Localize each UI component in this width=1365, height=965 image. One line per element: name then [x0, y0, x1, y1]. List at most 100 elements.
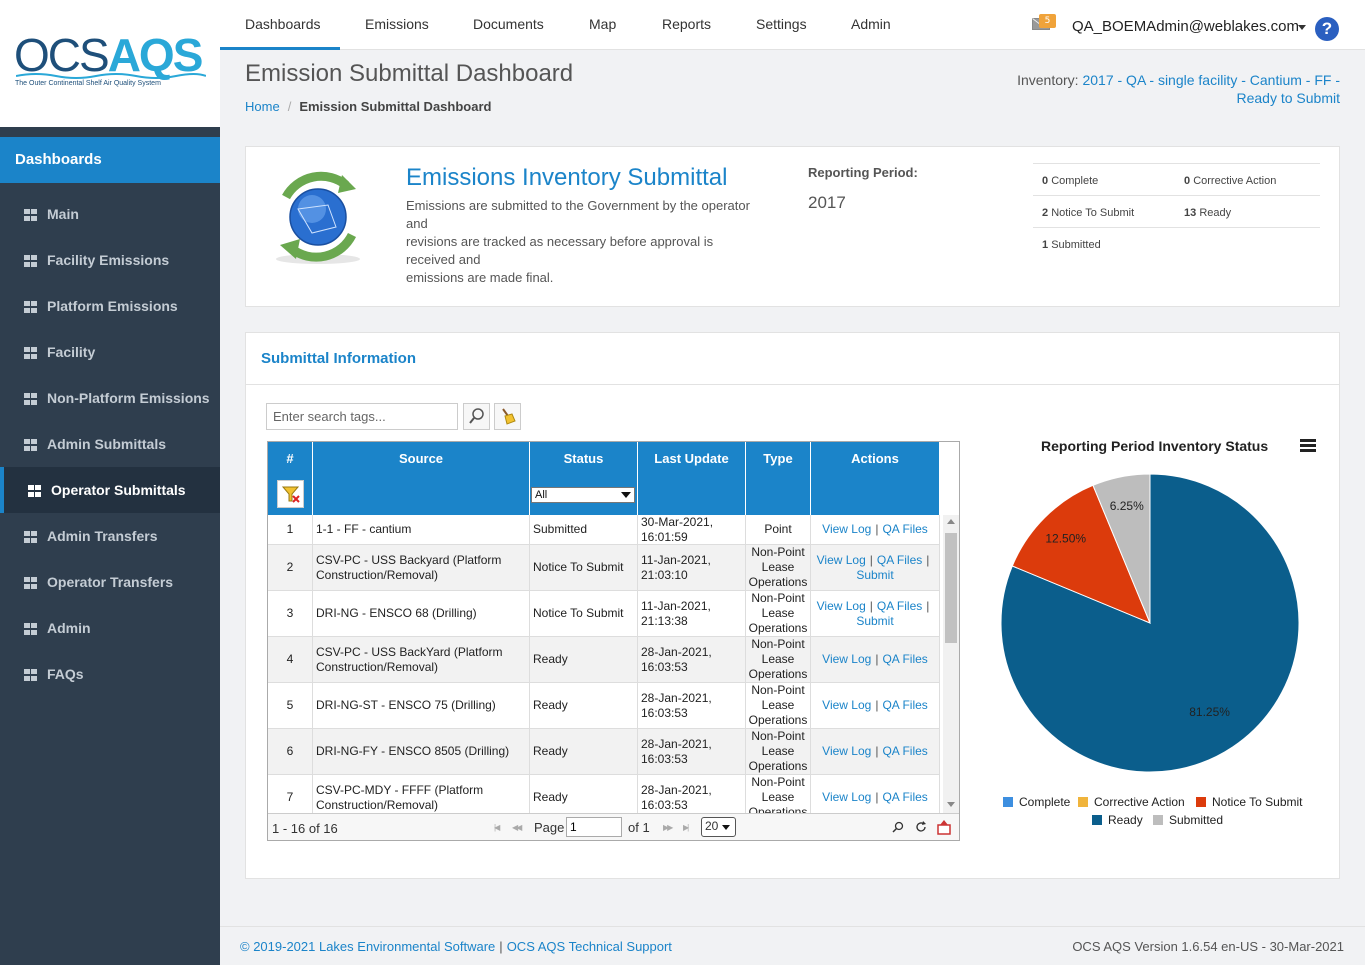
nav-emissions[interactable]: Emissions — [365, 0, 429, 50]
search-button[interactable] — [463, 403, 490, 430]
sidebar-item-label: Main — [47, 206, 79, 222]
sidebar-item-admin-submittals[interactable]: Admin Submittals — [0, 421, 220, 467]
row-actions: View Log | QA Files — [811, 637, 940, 682]
inventory-status-link[interactable]: Ready to Submit — [1237, 90, 1341, 106]
view-log-link[interactable]: View Log — [822, 652, 871, 666]
grid-icon — [24, 209, 37, 221]
scroll-down-icon[interactable] — [947, 802, 955, 807]
legend-item-notice-to-submit[interactable]: Notice To Submit — [1196, 795, 1303, 809]
qa-files-link[interactable]: QA Files — [877, 599, 922, 613]
inventory-link[interactable]: 2017 - QA - single facility - Cantium - … — [1082, 72, 1340, 88]
legend-item-submitted[interactable]: Submitted — [1153, 813, 1223, 827]
legend-item-complete[interactable]: Complete — [1003, 795, 1070, 809]
page-size-select[interactable]: 20 — [701, 817, 736, 837]
sidebar-item-facility[interactable]: Facility — [0, 329, 220, 375]
row-type: Non-Point Lease Operations — [746, 775, 811, 813]
qa-files-link[interactable]: QA Files — [882, 522, 927, 536]
row-source-text: DRI-NG - ENSCO 68 (Drilling) — [316, 606, 477, 620]
clear-filter-button[interactable] — [277, 480, 304, 508]
nav-reports[interactable]: Reports — [662, 0, 711, 50]
sidebar-item-facility-emissions[interactable]: Facility Emissions — [0, 237, 220, 283]
qa-files-link[interactable]: QA Files — [882, 790, 927, 804]
table-row[interactable]: 2 CSV-PC - USS Backyard (Platform Constru… — [268, 545, 940, 591]
sidebar-item-non-platform-emissions[interactable]: Non-Platform Emissions — [0, 375, 220, 421]
help-icon[interactable]: ? — [1315, 17, 1339, 41]
table-row[interactable]: 3 DRI-NG - ENSCO 68 (Drilling) Notice To S… — [268, 591, 940, 637]
col-header-status[interactable]: Status — [530, 442, 638, 475]
view-log-link[interactable]: View Log — [822, 790, 871, 804]
grid-scrollbar[interactable] — [943, 515, 959, 813]
row-number: 4 — [268, 637, 313, 682]
logo[interactable]: OCSAQS The Outer Continental Shelf Air Q… — [0, 0, 220, 127]
qa-files-link[interactable]: QA Files — [882, 652, 927, 666]
view-log-link[interactable]: View Log — [822, 522, 871, 536]
legend-item-ready[interactable]: Ready — [1092, 813, 1143, 827]
table-row[interactable]: 7 CSV-PC-MDY - FFFF (Platform Constructio… — [268, 775, 940, 813]
sidebar-item-admin[interactable]: Admin — [0, 605, 220, 651]
last-page-icon[interactable]: ▶| — [683, 823, 689, 832]
nav-admin[interactable]: Admin — [851, 0, 891, 50]
search-tags-input[interactable] — [266, 403, 458, 430]
sidebar-item-admin-transfers[interactable]: Admin Transfers — [0, 513, 220, 559]
row-type: Non-Point Lease Operations — [746, 729, 811, 774]
top-nav: Dashboards Emissions Documents Map Repor… — [220, 0, 1365, 50]
row-status: Submitted — [530, 515, 638, 544]
qa-files-link[interactable]: QA Files — [882, 744, 927, 758]
scroll-thumb[interactable] — [945, 533, 957, 643]
submit-link[interactable]: Submit — [856, 568, 893, 582]
submit-link[interactable]: Submit — [856, 614, 893, 628]
view-log-link[interactable]: View Log — [822, 744, 871, 758]
sidebar-item-label: Admin Submittals — [47, 436, 167, 452]
legend-label: Ready — [1108, 813, 1143, 827]
chevron-down-icon[interactable] — [722, 825, 730, 830]
next-page-icon[interactable]: ▶▶ — [663, 823, 673, 832]
sidebar-item-operator-submittals[interactable]: Operator Submittals — [0, 467, 220, 513]
grid-icon — [24, 623, 37, 635]
clear-search-button[interactable] — [494, 403, 521, 430]
prev-page-icon[interactable]: ◀◀ — [512, 823, 522, 832]
chevron-down-icon[interactable] — [1298, 25, 1306, 30]
nav-settings[interactable]: Settings — [756, 0, 807, 50]
inventory-label: Inventory: — [1017, 72, 1079, 88]
qa-files-link[interactable]: QA Files — [882, 698, 927, 712]
sidebar-item-operator-transfers[interactable]: Operator Transfers — [0, 559, 220, 605]
sidebar-item-main[interactable]: Main — [0, 191, 220, 237]
chevron-down-icon[interactable] — [621, 492, 631, 498]
col-header-number[interactable]: # — [268, 442, 313, 475]
sidebar-item-platform-emissions[interactable]: Platform Emissions — [0, 283, 220, 329]
sidebar-item-faqs[interactable]: FAQs — [0, 651, 220, 697]
table-row[interactable]: 1 1-1 - FF - cantium Submitted 30-Mar-2021,… — [268, 515, 940, 545]
refresh-icon[interactable] — [915, 821, 927, 833]
row-status: Ready — [530, 729, 638, 774]
chart-menu-icon[interactable] — [1300, 439, 1316, 452]
export-icon[interactable] — [936, 819, 952, 835]
table-row[interactable]: 4 CSV-PC - USS BackYard (Platform Constru… — [268, 637, 940, 683]
scroll-up-icon[interactable] — [947, 519, 955, 524]
status-filter-select[interactable]: All — [531, 487, 635, 503]
qa-files-link[interactable]: QA Files — [877, 553, 922, 567]
col-header-last-update[interactable]: Last Update — [638, 442, 746, 475]
nav-map[interactable]: Map — [589, 0, 616, 50]
sidebar-section-dashboards[interactable]: Dashboards — [0, 137, 220, 183]
breadcrumb-home-link[interactable]: Home — [245, 99, 280, 114]
col-header-type[interactable]: Type — [746, 442, 811, 475]
table-row[interactable]: 6 DRI-NG-FY - ENSCO 8505 (Drilling) Ready 2… — [268, 729, 940, 775]
row-status-text: Notice To Submit — [533, 606, 624, 620]
copyright-link[interactable]: © 2019-2021 Lakes Environmental Software — [240, 939, 495, 954]
row-action-links: View Log | QA Files | Submit — [817, 553, 934, 583]
page-number-input[interactable] — [566, 817, 622, 837]
nav-documents[interactable]: Documents — [473, 0, 544, 50]
legend-item-corrective-action[interactable]: Corrective Action — [1078, 795, 1185, 809]
view-log-link[interactable]: View Log — [817, 553, 866, 567]
view-log-link[interactable]: View Log — [822, 698, 871, 712]
table-row[interactable]: 5 DRI-NG-ST - ENSCO 75 (Drilling) Ready 28-… — [268, 683, 940, 729]
col-header-source[interactable]: Source — [313, 442, 530, 475]
support-link[interactable]: OCS AQS Technical Support — [507, 939, 672, 954]
first-page-icon[interactable]: |◀ — [494, 823, 500, 832]
row-status: Ready — [530, 683, 638, 728]
user-menu[interactable]: QA_BOEMAdmin@weblakes.com — [1072, 18, 1299, 35]
nav-dashboards[interactable]: Dashboards — [220, 0, 340, 50]
search-icon[interactable] — [892, 821, 904, 833]
reporting-period-value: 2017 — [808, 193, 846, 212]
view-log-link[interactable]: View Log — [817, 599, 866, 613]
